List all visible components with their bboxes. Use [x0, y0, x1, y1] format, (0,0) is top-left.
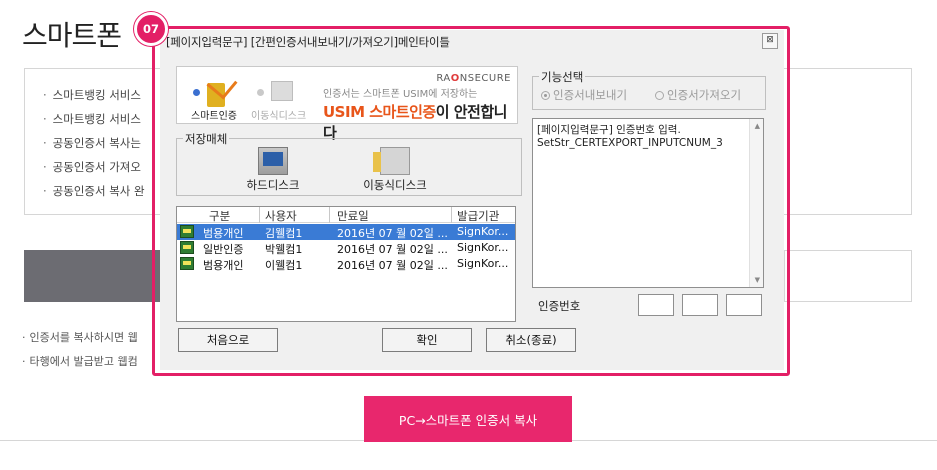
- page-title: 스마트폰: [22, 19, 122, 52]
- info-item: 공동인증서 복사 완: [43, 179, 145, 203]
- info-item: 스마트뱅킹 서비스: [43, 107, 145, 131]
- notes-list: 인증서를 복사하시면 웹 타행에서 발급받고 웹컴: [22, 326, 138, 374]
- info-item: 공동인증서 복사는: [43, 131, 145, 155]
- step-badge: 07: [134, 12, 168, 46]
- page-root: 스마트폰 스마트뱅킹 서비스 스마트뱅킹 서비스 공동인증서 복사는 공동인증서…: [0, 0, 937, 470]
- info-item: 스마트뱅킹 서비스: [43, 83, 145, 107]
- info-list: 스마트뱅킹 서비스 스마트뱅킹 서비스 공동인증서 복사는 공동인증서 가져오 …: [43, 83, 145, 203]
- highlight-frame: [152, 26, 790, 376]
- note-item: 인증서를 복사하시면 웹: [22, 326, 138, 350]
- copy-cert-button[interactable]: PC→스마트폰 인증서 복사: [364, 396, 572, 442]
- info-item: 공동인증서 가져오: [43, 155, 145, 179]
- note-item: 타행에서 발급받고 웹컴: [22, 350, 138, 374]
- gray-band-right: [784, 250, 912, 302]
